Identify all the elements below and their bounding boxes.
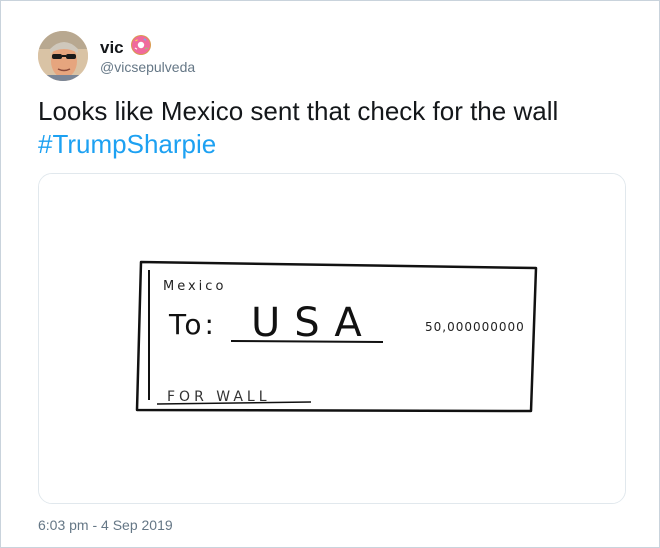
check-drawing: Mexico To: USA 50,000000000 FOR WALL: [39, 174, 625, 503]
tweet-timestamp[interactable]: 6:03 pm - 4 Sep 2019: [38, 517, 173, 533]
display-name[interactable]: vic: [100, 38, 124, 58]
hashtag-link[interactable]: #TrumpSharpie: [38, 129, 216, 159]
check-to-label: To:: [168, 308, 217, 341]
check-amount: 50,000000000: [425, 320, 525, 334]
check-memo: FOR WALL: [167, 389, 271, 405]
avatar-image: [38, 31, 88, 81]
tweet-media-image[interactable]: Mexico To: USA 50,000000000 FOR WALL: [38, 173, 626, 504]
donut-emoji-icon: [130, 34, 152, 61]
check-payer: Mexico: [163, 279, 226, 294]
avatar[interactable]: [38, 31, 88, 81]
tweet-text: Looks like Mexico sent that check for th…: [38, 95, 628, 161]
author-name-row[interactable]: vic: [100, 34, 152, 61]
user-handle[interactable]: @vicsepulveda: [100, 59, 195, 75]
tweet-card: vic @vicsepulveda Looks like Mexico sent…: [0, 0, 660, 548]
check-payee: USA: [251, 300, 376, 346]
tweet-body: Looks like Mexico sent that check for th…: [38, 96, 559, 126]
